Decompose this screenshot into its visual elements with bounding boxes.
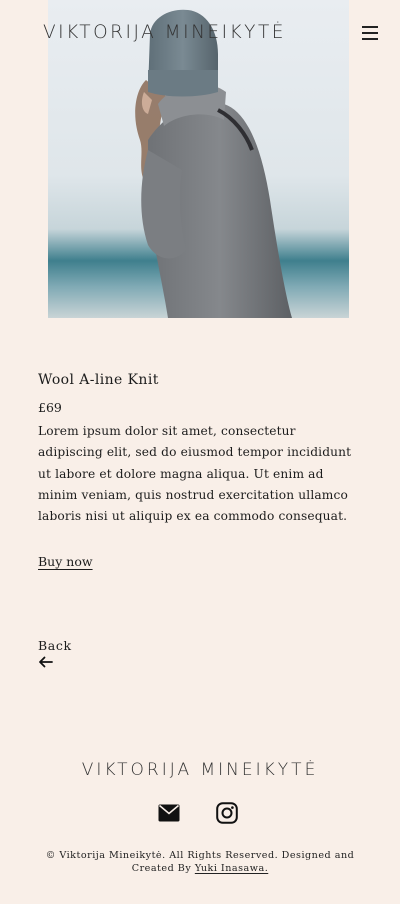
footer-brand: VIKTORIJA MINEIKYTĖ — [81, 760, 319, 780]
product-description: Lorem ipsum dolor sit amet, consectetur … — [38, 424, 352, 524]
instagram-icon[interactable] — [216, 802, 238, 824]
arrow-left-icon — [38, 653, 78, 672]
designer-credit-link[interactable]: Yuki Inasawa. — [195, 863, 268, 874]
product-title: Wool A-line Knit — [38, 372, 159, 388]
product-price: £69 — [38, 400, 62, 415]
copyright-notice: © Viktorija Mineikytė. All Rights Reserv… — [30, 850, 370, 875]
back-label: Back — [38, 638, 72, 653]
hamburger-menu-icon[interactable] — [360, 24, 382, 42]
buy-now-link[interactable]: Buy now — [38, 554, 93, 569]
back-link[interactable]: Back — [38, 638, 78, 672]
brand-logo[interactable]: VIKTORIJA MINEIKYTĖ — [43, 22, 286, 43]
site-header: VIKTORIJA MINEIKYTĖ — [0, 0, 400, 64]
envelope-icon[interactable] — [158, 804, 180, 822]
